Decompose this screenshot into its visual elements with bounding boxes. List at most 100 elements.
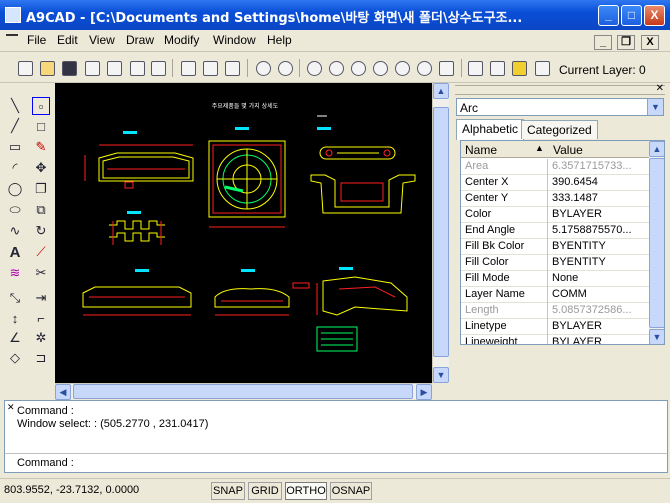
canvas-vertical-scrollbar[interactable]: ▲ ▼ xyxy=(432,83,449,383)
eraser-tool-icon[interactable]: ✎ xyxy=(32,138,50,156)
rotate-tool-icon[interactable]: ↻ xyxy=(32,222,50,240)
close-button[interactable]: X xyxy=(644,5,665,26)
hatch-tool-icon[interactable]: ≋ xyxy=(6,264,24,282)
move-tool-icon[interactable]: ✥ xyxy=(32,159,50,177)
object-type-select[interactable]: Arc ▼ xyxy=(456,98,664,116)
property-scroll-thumb[interactable] xyxy=(649,158,664,328)
copy-object-icon[interactable]: ❐ xyxy=(32,180,50,198)
column-value[interactable]: Value xyxy=(553,143,583,157)
pen-icon[interactable] xyxy=(130,61,145,76)
print-icon[interactable] xyxy=(85,61,100,76)
paste-icon[interactable] xyxy=(225,61,240,76)
table-row[interactable]: Fill Color BYENTITY xyxy=(461,255,649,271)
save-icon[interactable] xyxy=(62,61,77,76)
select-tool-icon[interactable]: ▫ xyxy=(32,97,50,115)
tab-categorized[interactable]: Categorized xyxy=(521,120,598,139)
table-row[interactable]: Fill Mode None xyxy=(461,271,649,287)
table-row[interactable]: Center Y 333.1487 xyxy=(461,191,649,207)
stretch-tool-icon[interactable]: ⟋ xyxy=(32,243,50,261)
document-menu-icon[interactable] xyxy=(6,34,18,44)
properties-panel-grip[interactable] xyxy=(455,85,665,95)
properties-close-icon[interactable]: ✕ xyxy=(656,83,664,94)
font-style-icon[interactable] xyxy=(490,61,505,76)
table-row[interactable]: End Angle 5.1758875570... xyxy=(461,223,649,239)
zoom-in-icon[interactable] xyxy=(395,61,410,76)
zoom-window-icon[interactable] xyxy=(307,61,322,76)
zoom-realtime-icon[interactable] xyxy=(329,61,344,76)
pan-hand-icon[interactable] xyxy=(439,61,454,76)
erase-icon[interactable] xyxy=(151,61,166,76)
dimension-radius-icon[interactable]: ◇ xyxy=(6,349,24,367)
zoom-out-icon[interactable] xyxy=(417,61,432,76)
curve-tool-icon[interactable]: ∿ xyxy=(6,222,24,240)
mirror-tool-icon[interactable]: ⧉ xyxy=(32,201,50,219)
table-row[interactable]: Fill Bk Color BYENTITY xyxy=(461,239,649,255)
redo-icon[interactable] xyxy=(278,61,293,76)
offset-tool-icon[interactable]: ⊐ xyxy=(32,349,50,367)
menu-edit[interactable]: Edit xyxy=(57,33,78,47)
layers-icon[interactable] xyxy=(535,61,550,76)
zoom-all-icon[interactable] xyxy=(351,61,366,76)
maximize-button[interactable]: □ xyxy=(621,5,642,26)
chevron-down-icon[interactable]: ▼ xyxy=(647,99,663,115)
cut-icon[interactable] xyxy=(203,61,218,76)
rectangle-tool-icon[interactable]: ▭ xyxy=(6,138,24,156)
menu-draw[interactable]: Draw xyxy=(126,33,154,47)
scroll-down-button[interactable]: ▼ xyxy=(433,367,449,383)
new-file-icon[interactable] xyxy=(18,61,33,76)
table-row[interactable]: Lineweight BYLAYER xyxy=(461,335,649,344)
extend-tool-icon[interactable]: ⇥ xyxy=(32,289,50,307)
scroll-left-button[interactable]: ◀ xyxy=(55,384,71,400)
menu-file[interactable]: File xyxy=(27,33,46,47)
mdi-minimize-button[interactable]: _ xyxy=(594,35,612,50)
drawing-canvas[interactable]: 주요제품들 몇 가지 상세도 xyxy=(55,83,432,383)
menu-help[interactable]: Help xyxy=(267,33,292,47)
command-prompt[interactable]: Command : xyxy=(17,457,74,469)
line-tool-icon[interactable]: ╲ xyxy=(6,97,24,115)
fillet-tool-icon[interactable]: ⌐ xyxy=(32,309,50,327)
polyline-tool-icon[interactable]: ╱ xyxy=(6,117,24,135)
mdi-close-button[interactable]: X xyxy=(641,35,659,50)
print-preview-icon[interactable] xyxy=(107,61,122,76)
tab-alphabetic[interactable]: Alphabetic xyxy=(456,119,525,140)
minimize-button[interactable]: _ xyxy=(598,5,619,26)
copy-icon[interactable] xyxy=(181,61,196,76)
layer-state-icon[interactable] xyxy=(512,61,527,76)
square-tool-icon[interactable]: □ xyxy=(32,117,50,135)
dimension-angular-icon[interactable]: ∠ xyxy=(6,329,24,347)
osnap-toggle[interactable]: OSNAP xyxy=(330,482,372,500)
canvas-horizontal-scrollbar[interactable]: ◀ ▶ xyxy=(55,383,432,400)
text-tool-icon[interactable]: A xyxy=(6,243,24,261)
dimension-vertical-icon[interactable]: ↕ xyxy=(6,309,24,327)
circle-tool-icon[interactable]: ◯ xyxy=(6,180,24,198)
table-row[interactable]: Linetype BYLAYER xyxy=(461,319,649,335)
menu-window[interactable]: Window xyxy=(213,33,256,47)
dimension-aligned-icon[interactable]: ⤡ xyxy=(6,289,24,307)
ortho-toggle[interactable]: ORTHO xyxy=(285,482,327,500)
property-grid-scrollbar[interactable]: ▲ ▼ xyxy=(649,141,664,344)
mdi-restore-button[interactable]: ❐ xyxy=(617,35,635,50)
scroll-down-button[interactable]: ▼ xyxy=(649,329,664,344)
table-row[interactable]: Center X 390.6454 xyxy=(461,175,649,191)
table-row[interactable]: Length 5.0857372586... xyxy=(461,303,649,319)
undo-icon[interactable] xyxy=(256,61,271,76)
explode-tool-icon[interactable]: ✲ xyxy=(32,329,50,347)
vertical-scroll-thumb[interactable] xyxy=(433,107,449,357)
table-row[interactable]: Area 6.3571715733... xyxy=(461,159,649,175)
scroll-up-button[interactable]: ▲ xyxy=(649,141,664,157)
snap-toggle[interactable]: SNAP xyxy=(211,482,245,500)
grid-toggle[interactable]: GRID xyxy=(248,482,282,500)
column-name[interactable]: Name xyxy=(465,143,497,157)
menu-modify[interactable]: Modify xyxy=(164,33,199,47)
text-style-icon[interactable] xyxy=(468,61,483,76)
ellipse-tool-icon[interactable]: ⬭ xyxy=(6,201,24,219)
horizontal-scroll-thumb[interactable] xyxy=(73,384,413,399)
arc-tool-icon[interactable]: ◜ xyxy=(6,159,24,177)
scroll-up-button[interactable]: ▲ xyxy=(433,83,449,99)
trim-tool-icon[interactable]: ✂ xyxy=(32,264,50,282)
open-folder-icon[interactable] xyxy=(40,61,55,76)
command-close-icon[interactable]: ✕ xyxy=(7,402,15,413)
table-row[interactable]: Layer Name COMM xyxy=(461,287,649,303)
zoom-extents-icon[interactable] xyxy=(373,61,388,76)
scroll-right-button[interactable]: ▶ xyxy=(416,384,432,400)
